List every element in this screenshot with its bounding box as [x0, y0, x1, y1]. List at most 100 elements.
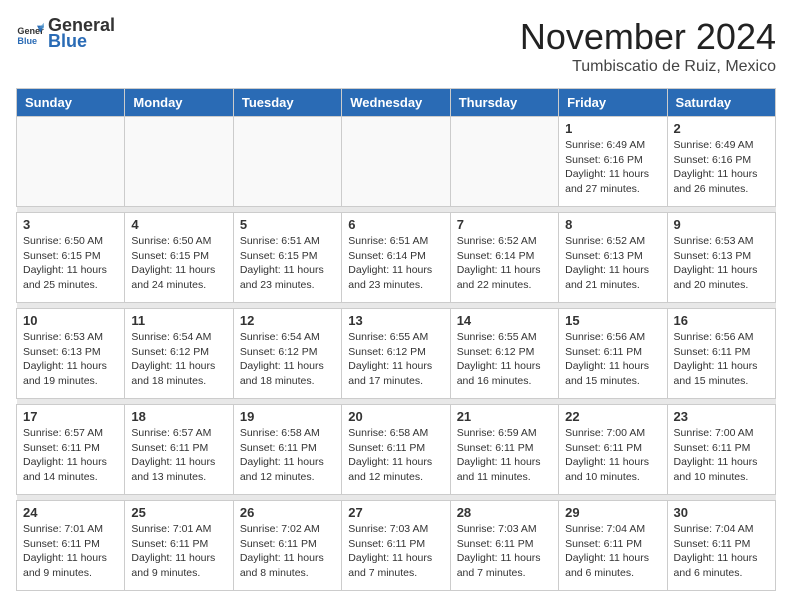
col-monday: Monday [125, 89, 233, 117]
calendar-cell: 23Sunrise: 7:00 AM Sunset: 6:11 PM Dayli… [667, 405, 775, 495]
col-wednesday: Wednesday [342, 89, 450, 117]
calendar-cell: 29 Sunrise: 7:04 AM Sunset: 6:11 PM Dayli… [559, 501, 667, 591]
title-area: November 2024 Tumbiscatio de Ruiz, Mexic… [520, 16, 776, 76]
calendar-cell: 16Sunrise: 6:56 AM Sunset: 6:11 PM Dayli… [667, 309, 775, 399]
calendar-cell: 13Sunrise: 6:55 AM Sunset: 6:12 PM Dayli… [342, 309, 450, 399]
day-number: 25 [131, 505, 226, 520]
day-number: 11 [131, 313, 226, 328]
day-info: Sunrise: 7:01 AM Sunset: 6:11 PM Dayligh… [131, 522, 226, 581]
day-info: Sunrise: 6:55 AM Sunset: 6:12 PM Dayligh… [457, 330, 552, 389]
calendar-week-5: 24 Sunrise: 7:01 AM Sunset: 6:11 PM Dayli… [17, 501, 776, 591]
day-number: 9 [674, 217, 769, 232]
calendar-cell: 15 Sunrise: 6:56 AM Sunset: 6:11 PM Dayli… [559, 309, 667, 399]
calendar-cell [17, 117, 125, 207]
calendar-cell: 18 Sunrise: 6:57 AM Sunset: 6:11 PM Dayli… [125, 405, 233, 495]
day-info: Sunrise: 6:59 AM Sunset: 6:11 PM Dayligh… [457, 426, 552, 485]
calendar-week-2: 3Sunrise: 6:50 AM Sunset: 6:15 PM Daylig… [17, 213, 776, 303]
calendar-cell: 9 Sunrise: 6:53 AM Sunset: 6:13 PM Daylig… [667, 213, 775, 303]
calendar-cell: 21 Sunrise: 6:59 AM Sunset: 6:11 PM Dayli… [450, 405, 558, 495]
calendar-cell: 25 Sunrise: 7:01 AM Sunset: 6:11 PM Dayli… [125, 501, 233, 591]
day-number: 29 [565, 505, 660, 520]
logo-icon: General Blue [16, 20, 44, 48]
day-info: Sunrise: 7:04 AM Sunset: 6:11 PM Dayligh… [565, 522, 660, 581]
calendar-cell [125, 117, 233, 207]
calendar-cell: 14 Sunrise: 6:55 AM Sunset: 6:12 PM Dayli… [450, 309, 558, 399]
calendar-cell [342, 117, 450, 207]
calendar-cell [233, 117, 341, 207]
day-number: 14 [457, 313, 552, 328]
day-info: Sunrise: 6:53 AM Sunset: 6:13 PM Dayligh… [23, 330, 118, 389]
day-info: Sunrise: 6:58 AM Sunset: 6:11 PM Dayligh… [240, 426, 335, 485]
day-info: Sunrise: 7:00 AM Sunset: 6:11 PM Dayligh… [565, 426, 660, 485]
calendar-cell [450, 117, 558, 207]
col-sunday: Sunday [17, 89, 125, 117]
day-number: 12 [240, 313, 335, 328]
col-saturday: Saturday [667, 89, 775, 117]
calendar-table: Sunday Monday Tuesday Wednesday Thursday… [16, 88, 776, 591]
svg-text:Blue: Blue [17, 36, 37, 46]
day-info: Sunrise: 6:57 AM Sunset: 6:11 PM Dayligh… [131, 426, 226, 485]
calendar-cell: 11 Sunrise: 6:54 AM Sunset: 6:12 PM Dayli… [125, 309, 233, 399]
day-info: Sunrise: 6:50 AM Sunset: 6:15 PM Dayligh… [23, 234, 118, 293]
calendar-cell: 26 Sunrise: 7:02 AM Sunset: 6:11 PM Dayli… [233, 501, 341, 591]
calendar-cell: 3Sunrise: 6:50 AM Sunset: 6:15 PM Daylig… [17, 213, 125, 303]
calendar-cell: 12 Sunrise: 6:54 AM Sunset: 6:12 PM Dayli… [233, 309, 341, 399]
day-info: Sunrise: 6:56 AM Sunset: 6:11 PM Dayligh… [565, 330, 660, 389]
calendar-cell: 27Sunrise: 7:03 AM Sunset: 6:11 PM Dayli… [342, 501, 450, 591]
day-info: Sunrise: 6:49 AM Sunset: 6:16 PM Dayligh… [565, 138, 660, 197]
day-info: Sunrise: 7:04 AM Sunset: 6:11 PM Dayligh… [674, 522, 769, 581]
calendar-header-row: Sunday Monday Tuesday Wednesday Thursday… [17, 89, 776, 117]
day-number: 19 [240, 409, 335, 424]
calendar-cell: 19 Sunrise: 6:58 AM Sunset: 6:11 PM Dayli… [233, 405, 341, 495]
page-header: General Blue General Blue November 2024 … [16, 16, 776, 76]
col-tuesday: Tuesday [233, 89, 341, 117]
calendar-cell: 28 Sunrise: 7:03 AM Sunset: 6:11 PM Dayli… [450, 501, 558, 591]
day-number: 5 [240, 217, 335, 232]
calendar-cell: 10 Sunrise: 6:53 AM Sunset: 6:13 PM Dayli… [17, 309, 125, 399]
day-number: 18 [131, 409, 226, 424]
calendar-cell: 5 Sunrise: 6:51 AM Sunset: 6:15 PM Daylig… [233, 213, 341, 303]
day-info: Sunrise: 7:01 AM Sunset: 6:11 PM Dayligh… [23, 522, 118, 581]
day-info: Sunrise: 6:57 AM Sunset: 6:11 PM Dayligh… [23, 426, 118, 485]
col-friday: Friday [559, 89, 667, 117]
logo: General Blue General Blue [16, 16, 115, 52]
day-number: 21 [457, 409, 552, 424]
day-number: 26 [240, 505, 335, 520]
calendar-cell: 8 Sunrise: 6:52 AM Sunset: 6:13 PM Daylig… [559, 213, 667, 303]
day-info: Sunrise: 6:50 AM Sunset: 6:15 PM Dayligh… [131, 234, 226, 293]
day-info: Sunrise: 7:00 AM Sunset: 6:11 PM Dayligh… [674, 426, 769, 485]
day-info: Sunrise: 6:52 AM Sunset: 6:13 PM Dayligh… [565, 234, 660, 293]
day-number: 28 [457, 505, 552, 520]
day-number: 8 [565, 217, 660, 232]
calendar-cell: 6 Sunrise: 6:51 AM Sunset: 6:14 PM Daylig… [342, 213, 450, 303]
calendar-cell: 17Sunrise: 6:57 AM Sunset: 6:11 PM Dayli… [17, 405, 125, 495]
day-number: 13 [348, 313, 443, 328]
day-info: Sunrise: 6:58 AM Sunset: 6:11 PM Dayligh… [348, 426, 443, 485]
calendar-cell: 2Sunrise: 6:49 AM Sunset: 6:16 PM Daylig… [667, 117, 775, 207]
day-info: Sunrise: 7:02 AM Sunset: 6:11 PM Dayligh… [240, 522, 335, 581]
calendar-cell: 22 Sunrise: 7:00 AM Sunset: 6:11 PM Dayli… [559, 405, 667, 495]
day-number: 15 [565, 313, 660, 328]
day-number: 4 [131, 217, 226, 232]
day-info: Sunrise: 6:51 AM Sunset: 6:15 PM Dayligh… [240, 234, 335, 293]
location-subtitle: Tumbiscatio de Ruiz, Mexico [520, 58, 776, 76]
day-info: Sunrise: 6:49 AM Sunset: 6:16 PM Dayligh… [674, 138, 769, 197]
day-info: Sunrise: 6:51 AM Sunset: 6:14 PM Dayligh… [348, 234, 443, 293]
calendar-cell: 7Sunrise: 6:52 AM Sunset: 6:14 PM Daylig… [450, 213, 558, 303]
day-number: 30 [674, 505, 769, 520]
day-number: 1 [565, 121, 660, 136]
day-number: 10 [23, 313, 118, 328]
calendar-cell: 20Sunrise: 6:58 AM Sunset: 6:11 PM Dayli… [342, 405, 450, 495]
day-number: 22 [565, 409, 660, 424]
day-info: Sunrise: 7:03 AM Sunset: 6:11 PM Dayligh… [457, 522, 552, 581]
calendar-cell: 1 Sunrise: 6:49 AM Sunset: 6:16 PM Daylig… [559, 117, 667, 207]
calendar-week-4: 17Sunrise: 6:57 AM Sunset: 6:11 PM Dayli… [17, 405, 776, 495]
calendar-cell: 24 Sunrise: 7:01 AM Sunset: 6:11 PM Dayli… [17, 501, 125, 591]
day-info: Sunrise: 6:54 AM Sunset: 6:12 PM Dayligh… [240, 330, 335, 389]
day-info: Sunrise: 6:53 AM Sunset: 6:13 PM Dayligh… [674, 234, 769, 293]
day-info: Sunrise: 6:54 AM Sunset: 6:12 PM Dayligh… [131, 330, 226, 389]
day-info: Sunrise: 6:52 AM Sunset: 6:14 PM Dayligh… [457, 234, 552, 293]
day-number: 24 [23, 505, 118, 520]
calendar-cell: 4 Sunrise: 6:50 AM Sunset: 6:15 PM Daylig… [125, 213, 233, 303]
day-number: 6 [348, 217, 443, 232]
